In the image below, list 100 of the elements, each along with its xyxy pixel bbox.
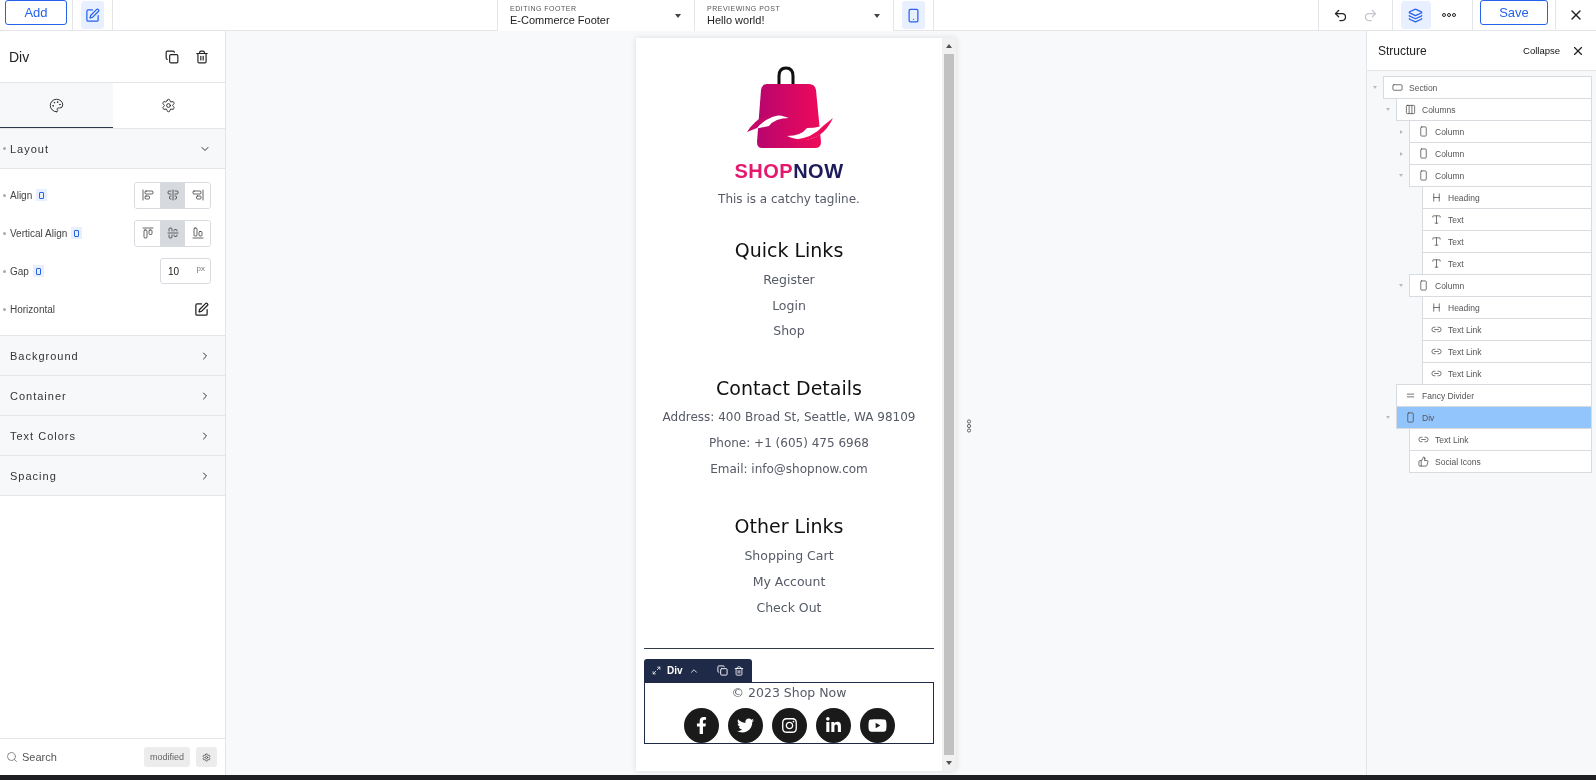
structure-item[interactable]: Columns: [1396, 98, 1592, 121]
selection-label: Div: [667, 665, 683, 677]
settings-icon: [161, 97, 177, 113]
social-icon: [1418, 456, 1429, 467]
move-icon[interactable]: [652, 666, 661, 676]
structure-item[interactable]: Heading: [1422, 296, 1592, 319]
structure-item[interactable]: Text: [1422, 230, 1592, 253]
style-tab[interactable]: [0, 83, 113, 128]
gap-field[interactable]: 10 px: [160, 258, 211, 284]
panel-title: Structure: [1378, 43, 1428, 58]
link-icon: [1431, 368, 1442, 379]
heading-icon: [1431, 192, 1442, 203]
divider-icon: [1405, 390, 1416, 401]
layers-button[interactable]: [1401, 1, 1431, 29]
structure-item[interactable]: Text Link: [1422, 340, 1592, 363]
column-icon: [1418, 280, 1429, 291]
structure-item[interactable]: Social Icons: [1409, 450, 1592, 473]
copy-icon[interactable]: [716, 665, 728, 677]
mobile-view-button[interactable]: [902, 1, 925, 29]
settings-icon: [202, 751, 211, 763]
vertical-align-center-icon: [166, 227, 179, 239]
section-header[interactable]: Container: [0, 376, 225, 416]
structure-item[interactable]: Div: [1396, 406, 1592, 429]
smartphone-icon: [906, 7, 921, 23]
selected-div[interactable]: © 2023 Shop Now: [644, 682, 934, 745]
property-label: Align: [3, 189, 33, 201]
instagram-button[interactable]: [771, 708, 807, 744]
trash-icon: [195, 49, 209, 64]
modified-button[interactable]: modified: [143, 747, 190, 767]
structure-item[interactable]: Text Link: [1422, 318, 1592, 341]
structure-item[interactable]: Text Link: [1409, 428, 1592, 451]
footer-link[interactable]: Register: [763, 267, 815, 293]
section-header[interactable]: Text Colors: [0, 416, 225, 456]
scrollbar[interactable]: [942, 38, 956, 771]
footer-link[interactable]: Shop: [773, 318, 805, 345]
property-label: Horizontal: [3, 303, 56, 315]
collapse-link[interactable]: Collapse: [1523, 45, 1560, 56]
link-icon: [1431, 324, 1442, 335]
structure-item[interactable]: Text Link: [1422, 362, 1592, 385]
structure-item[interactable]: Column: [1409, 164, 1592, 187]
edit-icon: [193, 301, 209, 317]
twitter-button[interactable]: [727, 708, 763, 744]
youtube-button[interactable]: [859, 708, 895, 744]
shopping-bag-logo-icon: [745, 66, 833, 150]
device-icon[interactable]: [32, 265, 44, 277]
columns-icon: [1405, 104, 1416, 115]
footer-link[interactable]: My Account: [752, 568, 826, 595]
vertical-align-end-icon: [191, 227, 204, 239]
edit-icon: [85, 7, 100, 23]
resize-handle-icon[interactable]: [966, 419, 972, 433]
text-icon: [1431, 258, 1442, 269]
structure-item[interactable]: Text: [1422, 252, 1592, 275]
undo-icon: [1332, 7, 1348, 23]
footer-link[interactable]: Shopping Cart: [744, 543, 834, 569]
structure-item[interactable]: Section: [1383, 76, 1592, 99]
structure-item[interactable]: Text: [1422, 208, 1592, 231]
scroll-up-icon[interactable]: [945, 42, 953, 50]
div-icon: [1405, 412, 1416, 423]
scroll-down-icon[interactable]: [945, 759, 953, 767]
structure-item[interactable]: Column: [1409, 120, 1592, 143]
text-icon: [1431, 236, 1442, 247]
structure-item[interactable]: Column: [1409, 142, 1592, 165]
trash-icon[interactable]: [733, 665, 744, 676]
footer-heading: Quick Links: [734, 239, 844, 261]
structure-item[interactable]: Column: [1409, 274, 1592, 297]
column-icon: [1418, 148, 1429, 159]
gap-value[interactable]: 10: [168, 265, 190, 277]
device-icon[interactable]: [71, 227, 83, 239]
structure-item[interactable]: Fancy Divider: [1396, 384, 1592, 407]
save-button[interactable]: Save: [1480, 0, 1548, 25]
horizontal-align-center-icon: [166, 189, 179, 201]
linkedin-button[interactable]: [815, 708, 851, 744]
section-header[interactable]: Layout: [0, 129, 225, 169]
contact-text: Address: 400 Broad St, Seattle, WA 98109: [662, 409, 916, 427]
layers-icon: [1408, 7, 1424, 23]
section-header[interactable]: Background: [0, 336, 225, 376]
footer-heading: Other Links: [734, 515, 844, 538]
structure-item[interactable]: Heading: [1422, 186, 1592, 209]
instagram-icon: [780, 717, 798, 735]
contact-text: Email: info@shopnow.com: [710, 460, 868, 478]
panel-title: Div: [9, 48, 30, 65]
property-label: Vertical Align: [3, 227, 68, 239]
more-icon: [1442, 13, 1457, 17]
copyright-text: © 2023 Shop Now: [731, 685, 847, 701]
vertical-align-start-icon: [141, 227, 154, 239]
footer-link[interactable]: Check Out: [756, 594, 822, 621]
link-icon: [1418, 434, 1429, 445]
contact-text: Phone: +1 (605) 475 6968: [709, 434, 869, 452]
footer-link[interactable]: Login: [772, 292, 806, 319]
brand-name: SHOPNOW: [734, 160, 844, 183]
twitter-icon: [736, 717, 754, 735]
column-icon: [1418, 126, 1429, 137]
text-icon: [1431, 214, 1442, 225]
search-icon: [6, 751, 18, 763]
add-button[interactable]: Add: [5, 0, 67, 25]
device-icon[interactable]: [36, 189, 48, 201]
dropdown-value: Hello world!: [707, 13, 766, 27]
facebook-button[interactable]: [683, 708, 719, 744]
settings-button[interactable]: [196, 747, 217, 767]
section-header[interactable]: Spacing: [0, 456, 225, 496]
